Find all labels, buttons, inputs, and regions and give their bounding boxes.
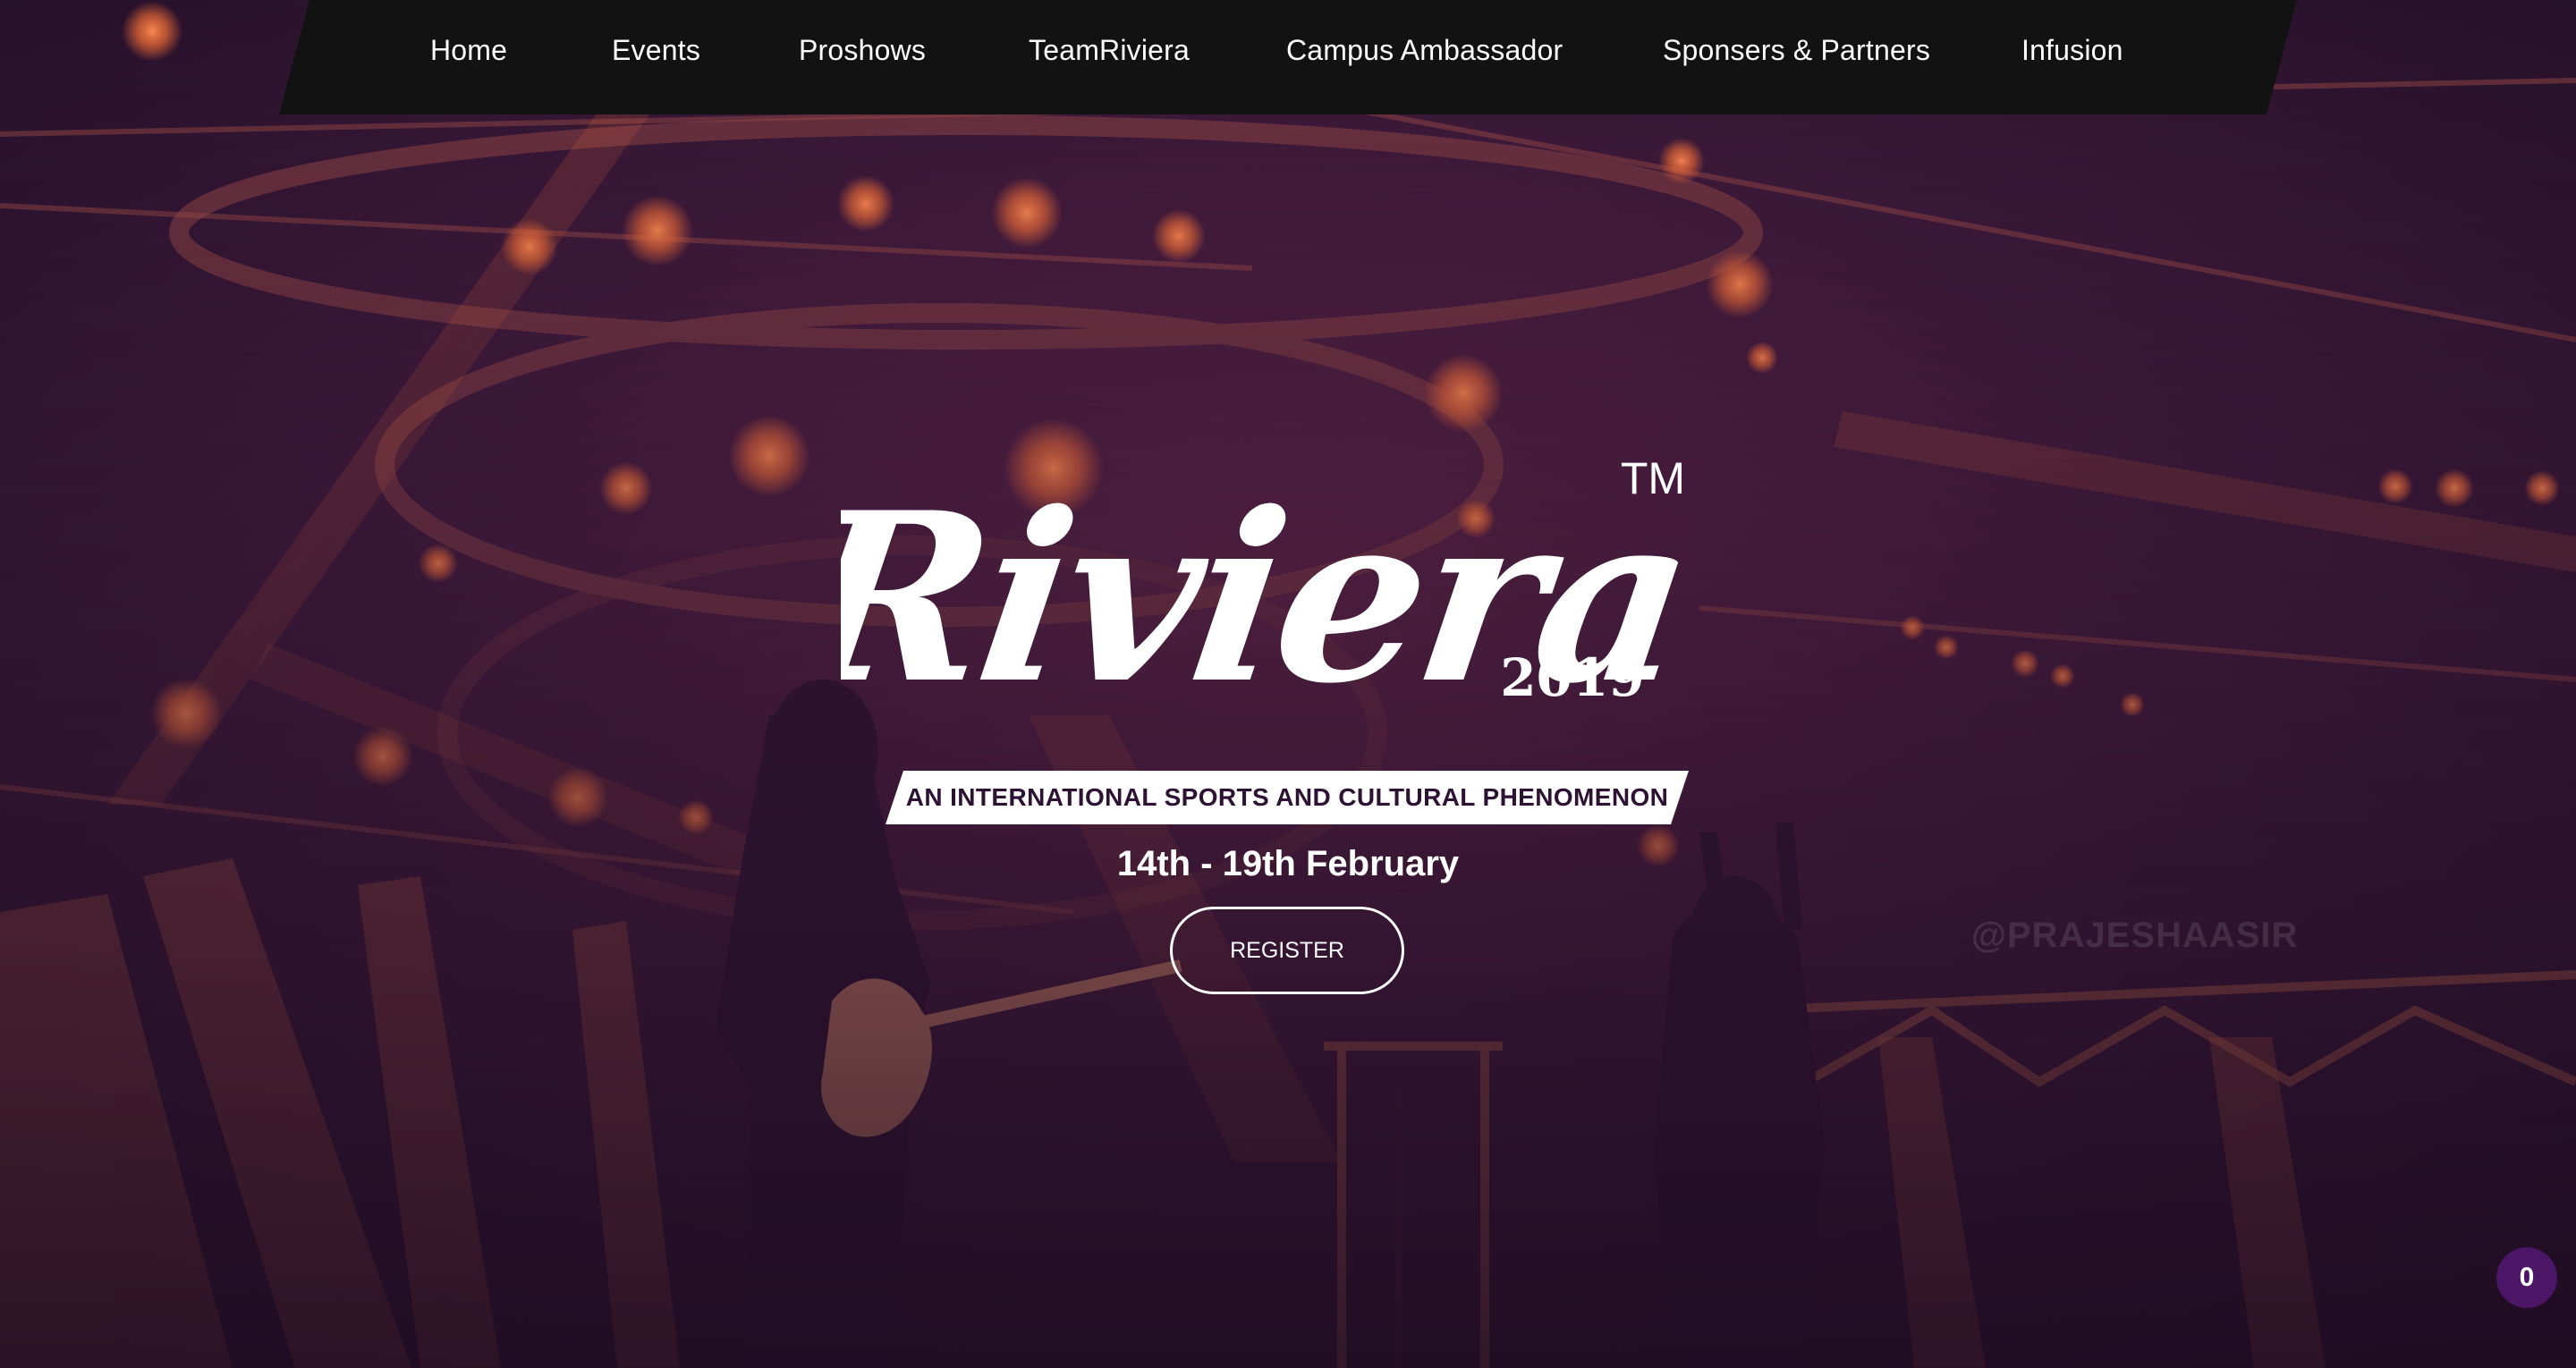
photo-credit-watermark: @PRAJESHAASIR (1971, 916, 2299, 955)
nav-sponsers-partners[interactable]: Sponsers & Partners (1663, 34, 1930, 67)
nav-events[interactable]: Events (612, 34, 700, 67)
nav-proshows[interactable]: Proshows (799, 34, 926, 67)
tagline-banner: AN INTERNATIONAL SPORTS AND CULTURAL PHE… (886, 771, 1689, 824)
riviera-logo: Riviera TM 2019 (841, 453, 1704, 735)
nav-teamriviera[interactable]: TeamRiviera (1029, 34, 1190, 67)
cart-count-badge[interactable]: 0 (2496, 1247, 2557, 1308)
nav-infusion[interactable]: Infusion (2021, 34, 2123, 67)
register-button[interactable]: REGISTER (1170, 907, 1404, 994)
top-navigation: Home Events Proshows TeamRiviera Campus … (279, 0, 2297, 114)
logo-year: 2019 (1500, 647, 1644, 708)
tagline-text: AN INTERNATIONAL SPORTS AND CULTURAL PHE… (905, 783, 1669, 811)
event-dates: 14th - 19th February (1116, 844, 1460, 883)
nav-home[interactable]: Home (430, 34, 507, 67)
logo-trademark: TM (1621, 453, 1685, 503)
nav-campus-ambassador[interactable]: Campus Ambassador (1286, 34, 1563, 67)
nav-list: Home Events Proshows TeamRiviera Campus … (279, 0, 2297, 114)
